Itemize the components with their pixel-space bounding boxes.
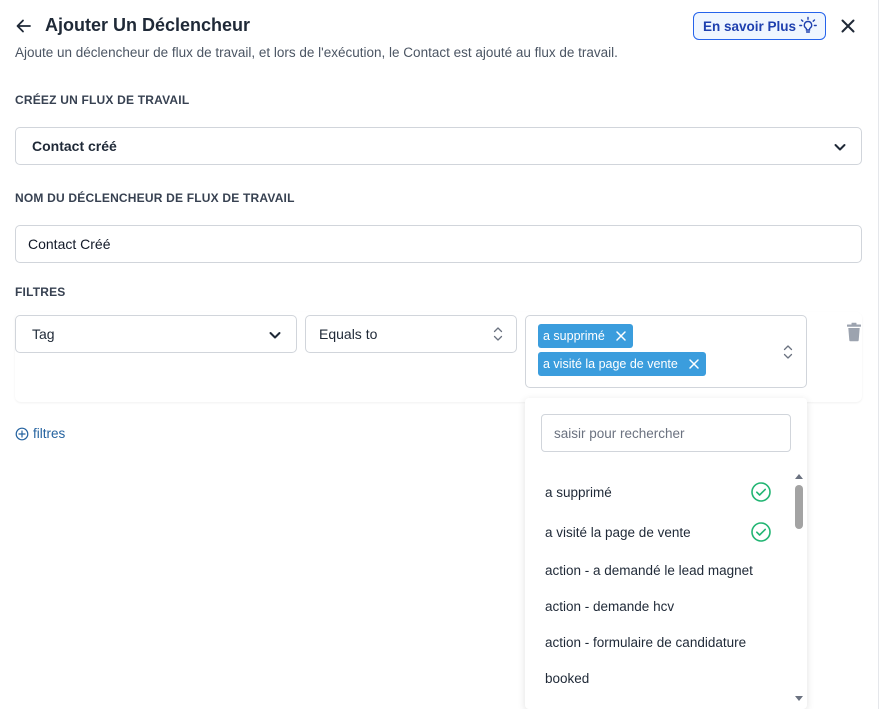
chevron-down-icon bbox=[834, 144, 846, 151]
filter-operator-select[interactable]: Equals to bbox=[305, 315, 517, 353]
option-label: a supprimé bbox=[545, 485, 612, 500]
add-filter-label: filtres bbox=[33, 426, 66, 441]
filter-field-value: Tag bbox=[32, 326, 55, 342]
add-filter-button[interactable]: filtres bbox=[15, 426, 65, 441]
dropdown-option[interactable]: a supprimé bbox=[545, 482, 771, 502]
flow-section-label: CRÉEZ UN FLUX DE TRAVAIL bbox=[15, 93, 190, 107]
filters-section-label: FILTRES bbox=[15, 285, 66, 299]
learn-more-button[interactable]: En savoir Plus bbox=[693, 12, 826, 40]
up-down-icon bbox=[783, 345, 793, 359]
remove-chip-icon[interactable] bbox=[613, 328, 629, 344]
filter-field-select[interactable]: Tag bbox=[15, 315, 297, 353]
trash-icon[interactable] bbox=[845, 322, 863, 342]
filter-values-multiselect[interactable]: a supprimé a visité la page de vente bbox=[525, 315, 807, 388]
learn-more-label: En savoir Plus bbox=[703, 18, 797, 34]
dropdown-option[interactable]: action - demande hcv bbox=[545, 599, 674, 614]
trigger-name-input[interactable] bbox=[15, 225, 862, 263]
dropdown-option[interactable]: booked bbox=[545, 671, 589, 686]
flow-type-select[interactable]: Contact créé bbox=[15, 127, 862, 165]
dropdown-scrollbar-thumb[interactable] bbox=[795, 485, 803, 529]
dropdown-option[interactable]: action - formulaire de candidature bbox=[545, 635, 746, 650]
back-arrow-icon[interactable] bbox=[14, 16, 34, 36]
option-label: booked bbox=[545, 671, 590, 686]
dropdown-option[interactable]: a visité la page de vente bbox=[545, 522, 771, 542]
trigger-name-label: NOM DU DÉCLENCHEUR DE FLUX DE TRAVAIL bbox=[15, 191, 295, 205]
selected-tag-chip: a visité la page de vente bbox=[538, 352, 706, 376]
chevron-down-icon bbox=[269, 332, 281, 339]
check-circle-icon bbox=[751, 482, 771, 502]
flow-type-value: Contact créé bbox=[32, 138, 117, 154]
up-down-icon bbox=[493, 327, 503, 341]
lightbulb-icon bbox=[799, 16, 817, 33]
option-label: a visité la page de vente bbox=[545, 525, 691, 540]
tag-search-input[interactable] bbox=[541, 414, 791, 452]
selected-tag-chip: a supprimé bbox=[538, 324, 633, 348]
plus-circle-icon bbox=[15, 427, 29, 440]
remove-chip-icon[interactable] bbox=[686, 356, 702, 372]
chip-label: a visité la page de vente bbox=[543, 357, 678, 371]
close-icon[interactable] bbox=[838, 16, 858, 36]
option-label: action - a demandé le lead magnet bbox=[545, 563, 753, 578]
panel-edge-divider bbox=[878, 0, 879, 709]
scroll-down-arrow-icon[interactable] bbox=[793, 694, 805, 704]
check-circle-icon bbox=[751, 522, 771, 542]
dropdown-option[interactable]: action - a demandé le lead magnet bbox=[545, 563, 753, 578]
chip-label: a supprimé bbox=[543, 329, 605, 343]
option-label: action - demande hcv bbox=[545, 599, 675, 614]
page-subtitle: Ajoute un déclencheur de flux de travail… bbox=[15, 45, 618, 60]
option-label: action - formulaire de candidature bbox=[545, 635, 747, 650]
scroll-up-arrow-icon[interactable] bbox=[793, 471, 805, 481]
filter-operator-value: Equals to bbox=[319, 326, 378, 342]
tag-options-dropdown: a supprimé a visité la page de vente act… bbox=[525, 398, 807, 709]
page-title: Ajouter Un Déclencheur bbox=[45, 15, 251, 35]
